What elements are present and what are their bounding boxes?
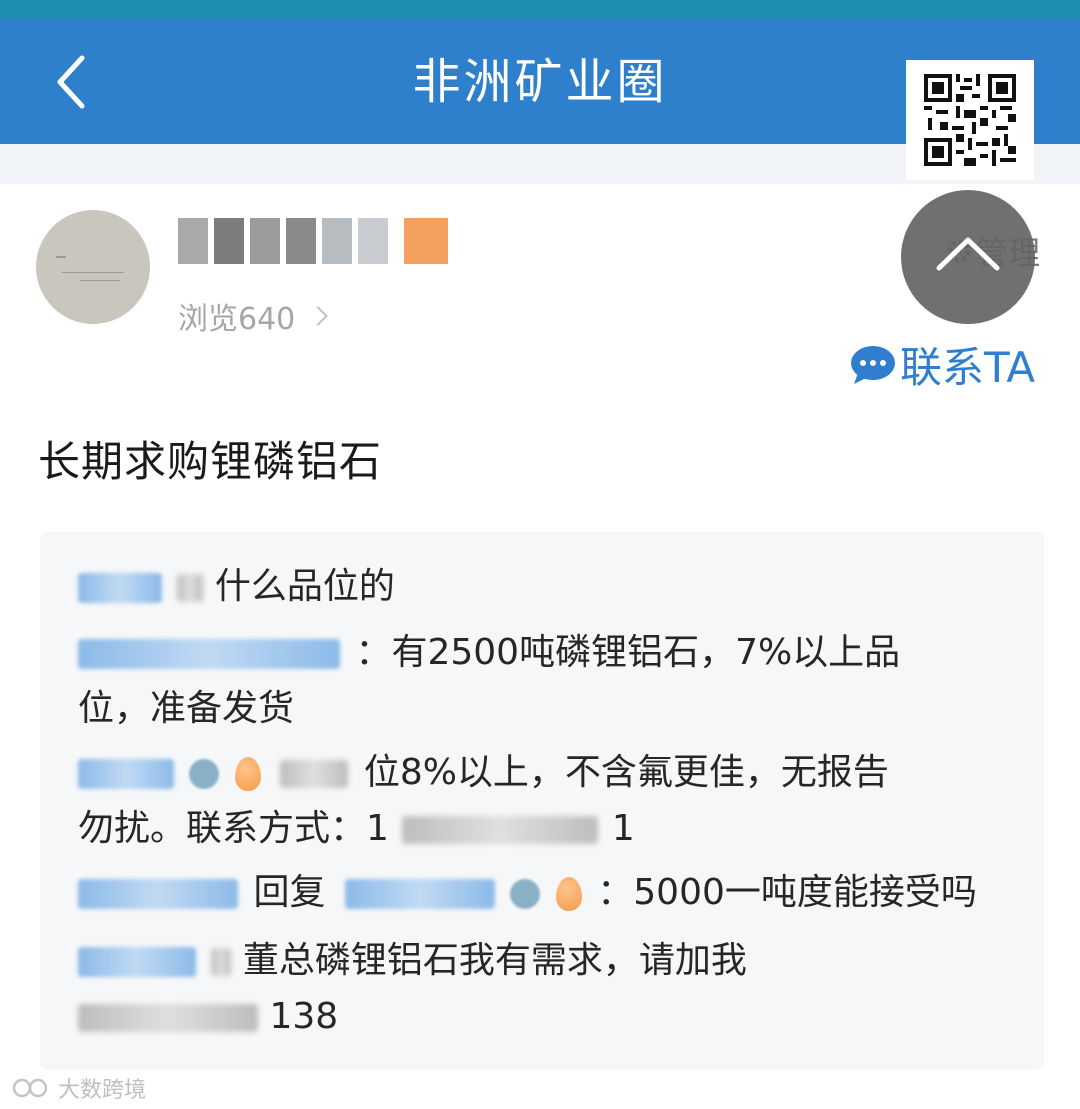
view-count-label: 浏览640 [178, 302, 296, 337]
reply-word: 回复 [253, 872, 326, 913]
status-bar [0, 0, 1080, 18]
chevron-right-icon [308, 306, 329, 326]
duck-badge-icon [510, 879, 541, 909]
comment-item: 董总磷锂铝石我有需求，请加我 [78, 932, 747, 990]
avatar-detail [56, 256, 66, 258]
comment-text: 位，准备发货 [78, 688, 295, 729]
contact-button[interactable]: 联系TA [850, 334, 1035, 395]
redaction-block [178, 218, 208, 264]
qr-code[interactable] [906, 60, 1034, 180]
view-count[interactable]: 浏览640 [178, 294, 329, 338]
comment-item-continued: 勿扰。联系方式：1 1 [78, 800, 635, 858]
scroll-to-top-button[interactable] [901, 190, 1035, 324]
egg-badge-icon [555, 877, 582, 911]
watermark: 大数跨境 [12, 1072, 146, 1104]
comment-text-end: 138 [269, 996, 339, 1037]
post-title: 长期求购锂磷铝石 [38, 437, 383, 486]
commenter-name-redacted[interactable] [78, 947, 196, 977]
chevron-up-icon [936, 237, 1000, 271]
comments-section: 什么品位的 ：有2500吨磷锂铝石，7%以上品 位，准备发货 位8%以上，不含氟… [40, 532, 1044, 1070]
comment-text: 勿扰。联系方式：1 [78, 808, 389, 849]
phone-redacted [78, 1004, 258, 1032]
qr-code-icon [924, 74, 1016, 166]
avatar[interactable] [36, 210, 150, 324]
chat-bubble-icon [851, 345, 895, 384]
comment-item: 位8%以上，不含氟更佳，无报告 [78, 744, 889, 802]
comment-item: ：有2500吨磷锂铝石，7%以上品 [78, 624, 900, 682]
avatar-detail [62, 272, 124, 273]
egg-badge-icon [234, 757, 261, 791]
avatar-detail [80, 280, 120, 281]
redaction [211, 948, 232, 976]
redaction-block [322, 218, 352, 264]
commenter-name-redacted[interactable] [78, 639, 340, 669]
comment-text: 什么品位的 [214, 566, 395, 607]
redaction-block [358, 218, 388, 264]
comment-text: ：5000一吨度能接受吗 [597, 872, 977, 913]
comment-item: 什么品位的 [78, 558, 395, 616]
redaction [280, 760, 349, 788]
duck-badge-icon [189, 759, 220, 789]
watermark-text: 大数跨境 [58, 1078, 147, 1103]
comment-item: 回复 ：5000一吨度能接受吗 [78, 864, 977, 922]
contact-label: 联系TA [900, 343, 1036, 392]
comment-item-continued: 138 [78, 988, 338, 1046]
redaction-block [250, 218, 280, 264]
redaction [177, 574, 204, 602]
commenter-name-redacted[interactable] [78, 573, 162, 603]
comment-text: 董总磷锂铝石我有需求，请加我 [242, 940, 747, 981]
commenter-name-redacted[interactable] [78, 879, 238, 909]
comment-text: ：有2500吨磷锂铝石，7%以上品 [355, 632, 901, 673]
logo-icon [12, 1078, 48, 1098]
commenter-name-redacted[interactable] [78, 759, 174, 789]
comment-text-end: 1 [611, 808, 635, 849]
comment-item-continued: 位，准备发货 [78, 680, 294, 738]
username-redacted [178, 218, 448, 264]
comment-text: 位8%以上，不含氟更佳，无报告 [363, 752, 889, 793]
redaction-block [286, 218, 316, 264]
redaction-block [214, 218, 244, 264]
redaction-block [404, 218, 448, 264]
phone-redacted [402, 816, 599, 844]
reply-target-redacted[interactable] [344, 879, 495, 909]
